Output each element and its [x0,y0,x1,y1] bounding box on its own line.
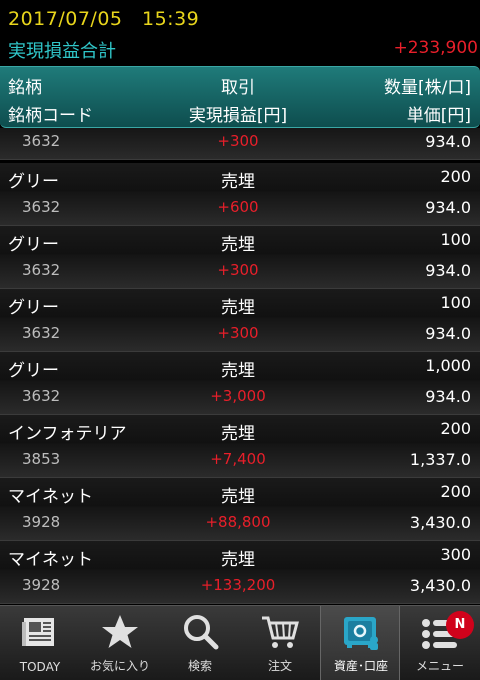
quantity: 1,000 [425,356,471,375]
unit-price: 3,430.0 [409,513,471,532]
table-row[interactable]: グリー 売埋 200 3632 +600 934.0 [0,163,480,226]
unit-price: 934.0 [425,387,471,406]
table-row[interactable]: グリー 売埋 100 3632 +300 934.0 [0,226,480,289]
quantity: 200 [440,419,471,438]
tab-order[interactable]: 注文 [240,606,320,680]
table-row[interactable]: グリー 売埋 1,000 3632 +3,000 934.0 [0,352,480,415]
quantity: 200 [440,167,471,186]
header-trade-type: 取引 [221,78,255,98]
header-realized-pl: 実現損益[円] [188,106,288,126]
unit-price: 934.0 [425,198,471,217]
tab-label: 資産･口座 [333,659,388,673]
quantity: 300 [440,545,471,564]
stock-code: 3632 [22,387,61,405]
bottom-tab-bar: TODAY お気に入り 検索 注文 資産･口座 N メニュー [0,605,480,680]
trade-list[interactable]: 3632 +300 934.0 グリー 売埋 200 3632 +600 934… [0,128,480,605]
stock-code: 3928 [22,576,61,594]
status-bar: 2017/07/05 15:39 [0,0,480,36]
unit-price: 934.0 [425,261,471,280]
table-row[interactable]: マイネット 売埋 200 3928 +88,800 3,430.0 [0,478,480,541]
search-icon [184,615,219,650]
stock-code: 3632 [22,261,61,279]
stock-code: 3632 [22,324,61,342]
realized-pl: +3,000 [210,387,266,405]
table-row[interactable]: インフォテリア 売埋 200 3853 +7,400 1,337.0 [0,415,480,478]
unit-price: 934.0 [425,324,471,343]
notification-badge: N [446,611,474,639]
stock-name: マイネット [8,550,93,570]
safe-icon [344,617,378,650]
summary-total-value: +233,900 [393,38,478,58]
tab-label: お気に入り [89,659,150,673]
column-header: 銘柄 取引 数量[株/口] 銘柄コード 実現損益[円] 単価[円] [0,66,480,128]
unit-price: 3,430.0 [409,576,471,595]
tab-menu[interactable]: N メニュー [400,606,480,680]
realized-pl: +300 [217,261,259,279]
stock-code: 3928 [22,513,61,531]
trade-type: 売埋 [221,550,255,570]
realized-pl: +600 [217,198,259,216]
header-quantity: 数量[株/口] [384,78,471,98]
unit-price: 1,337.0 [409,450,471,469]
header-stock-name: 銘柄 [8,78,42,98]
realized-pl: +88,800 [205,513,271,531]
realized-pl: +133,200 [200,576,276,594]
stock-name: グリー [8,361,59,381]
stock-code: 3632 [22,198,61,216]
trade-type: 売埋 [221,361,255,381]
tab-assets-account[interactable]: 資産･口座 [320,606,400,680]
stock-code: 3853 [22,450,61,468]
newspaper-icon [22,618,54,646]
stock-code: 3632 [22,132,61,150]
stock-name: マイネット [8,487,93,507]
datetime: 2017/07/05 15:39 [8,8,200,30]
stock-name: グリー [8,172,59,192]
stock-name: グリー [8,298,59,318]
trade-type: 売埋 [221,172,255,192]
stock-name: インフォテリア [8,424,127,444]
summary-label: 実現損益合計 [8,41,116,62]
header-stock-code: 銘柄コード [8,106,93,126]
tab-favorites[interactable]: お気に入り [80,606,160,680]
cart-icon [262,616,299,648]
stock-name: グリー [8,235,59,255]
table-row[interactable]: 3632 +300 934.0 [0,128,480,160]
summary-bar: 実現損益合計 +233,900 [0,36,480,66]
realized-pl: +300 [217,324,259,342]
header-unit-price: 単価[円] [406,106,471,126]
tab-label: メニュー [415,659,464,673]
star-icon [102,615,138,648]
tab-label: 注文 [267,659,292,673]
trade-type: 売埋 [221,487,255,507]
tab-label: 検索 [187,659,212,673]
table-row[interactable]: グリー 売埋 100 3632 +300 934.0 [0,289,480,352]
trade-type: 売埋 [221,235,255,255]
realized-pl: +7,400 [210,450,266,468]
realized-pl: +300 [217,132,259,150]
table-row[interactable]: マイネット 売埋 300 3928 +133,200 3,430.0 [0,541,480,604]
quantity: 100 [440,230,471,249]
tab-today[interactable]: TODAY [0,606,80,680]
tab-search[interactable]: 検索 [160,606,240,680]
trade-type: 売埋 [221,424,255,444]
quantity: 100 [440,293,471,312]
quantity: 200 [440,482,471,501]
trade-type: 売埋 [221,298,255,318]
unit-price: 934.0 [425,132,471,151]
tab-label: TODAY [19,660,61,674]
